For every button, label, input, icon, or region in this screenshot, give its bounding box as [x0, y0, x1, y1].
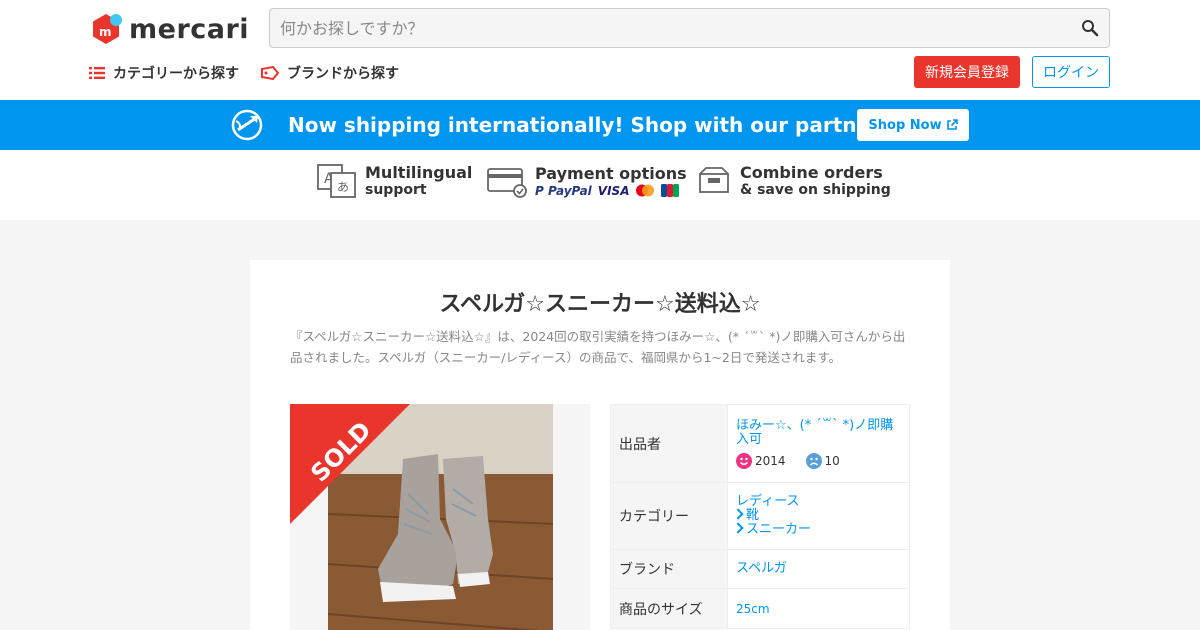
table-row: カテゴリー レディース 靴 スニーカー	[610, 482, 910, 550]
seller-rating: 2014 10	[736, 452, 909, 469]
seller-header: 出品者	[610, 404, 728, 483]
feature-title: Multilingual	[365, 163, 473, 182]
size-value: 25cm	[727, 588, 910, 629]
feature-subtitle: & save on shipping	[740, 182, 891, 198]
jcb-logo	[661, 184, 680, 197]
item-photo[interactable]: SOLD	[290, 404, 590, 630]
category-link-2[interactable]: 靴	[732, 508, 909, 523]
brand-header: ブランド	[610, 549, 728, 589]
box-icon	[699, 167, 729, 193]
international-banner: Now shipping internationally! Shop with …	[0, 100, 1200, 150]
item-card: スペルガ☆スニーカー☆送料込☆ 『スペルガ☆スニーカー☆送料込☆』は、2024回…	[250, 260, 950, 630]
tag-icon	[261, 66, 279, 80]
feature-title: Combine orders	[740, 163, 883, 182]
brand-link[interactable]: スペルガ	[736, 562, 909, 576]
features-bar: A あ Multilingual support Payment options…	[0, 150, 1200, 220]
visa-logo: VISA	[597, 183, 630, 198]
mastercard-logo	[636, 184, 655, 197]
mercari-logo-icon: m	[93, 14, 122, 44]
brand-cell: スペルガ	[727, 549, 910, 589]
table-row: 出品者 ほみー☆、(* ´꒳` *)ノ即購入可 2014 10	[610, 404, 910, 483]
feature-payment: Payment options P PayPal VISA	[487, 164, 687, 198]
search-icon[interactable]	[1081, 19, 1099, 37]
nav-category-label: カテゴリーから探す	[113, 66, 239, 82]
item-description: 『スペルガ☆スニーカー☆送料込☆』は、2024回の取引実績を持つほみー☆、(* …	[290, 329, 906, 365]
feature-multilingual: A あ Multilingual support	[317, 164, 472, 198]
signup-button[interactable]: 新規会員登録	[914, 56, 1020, 88]
category-link-3[interactable]: スニーカー	[732, 522, 909, 537]
search-bar	[269, 8, 1110, 48]
card-icon	[487, 168, 527, 198]
nav-category[interactable]: カテゴリーから探す	[89, 63, 239, 83]
mercari-logo[interactable]: m mercari	[89, 11, 249, 47]
happy-face-icon	[736, 452, 752, 469]
category-cell: レディース 靴 スニーカー	[727, 482, 910, 550]
table-row: 商品のサイズ 25cm	[610, 588, 910, 629]
seller-cell: ほみー☆、(* ´꒳` *)ノ即購入可 2014 10	[727, 404, 910, 483]
chevron-right-icon	[732, 508, 744, 520]
chevron-right-icon	[732, 522, 744, 534]
login-button[interactable]: ログイン	[1032, 56, 1110, 88]
seller-name-link[interactable]: ほみー☆、(* ´꒳` *)ノ即購入可	[736, 418, 906, 447]
category-link-1[interactable]: レディース	[736, 495, 909, 509]
nav-brand-label: ブランドから探す	[287, 66, 399, 82]
payment-logos: P PayPal VISA	[535, 184, 687, 198]
feature-subtitle: support	[365, 182, 427, 198]
rating-good-count: 2014	[755, 453, 786, 468]
feature-title: Payment options	[535, 163, 687, 183]
logo-text: mercari	[129, 13, 250, 45]
nav-brand[interactable]: ブランドから探す	[261, 63, 399, 83]
shop-now-label: Shop Now	[868, 117, 942, 133]
rating-bad-count: 10	[824, 453, 840, 468]
svg-text:m: m	[99, 25, 112, 39]
translate-icon: A あ	[317, 164, 356, 198]
external-link-icon	[946, 119, 958, 130]
svg-text:あ: あ	[337, 180, 349, 194]
header-nav: カテゴリーから探す ブランドから探す	[89, 63, 421, 83]
search-input[interactable]	[270, 9, 1060, 47]
sad-face-icon	[805, 452, 822, 469]
site-header: m mercari カテゴリーから探す ブランドから探す 新規会員登録	[0, 0, 1200, 100]
sold-badge: SOLD	[290, 404, 410, 524]
list-icon	[89, 67, 105, 79]
item-details-table: 出品者 ほみー☆、(* ´꒳` *)ノ即購入可 2014 10 カテゴリー レデ…	[610, 404, 910, 629]
size-header: 商品のサイズ	[610, 588, 728, 629]
category-header: カテゴリー	[610, 482, 728, 550]
table-row: ブランド スペルガ	[610, 549, 910, 589]
shop-now-button[interactable]: Shop Now	[857, 109, 969, 141]
feature-combine: Combine orders & save on shipping	[698, 164, 891, 198]
paypal-logo: P PayPal	[535, 183, 592, 198]
globe-plane-icon	[231, 109, 263, 141]
item-title: スペルガ☆スニーカー☆送料込☆	[439, 292, 761, 317]
